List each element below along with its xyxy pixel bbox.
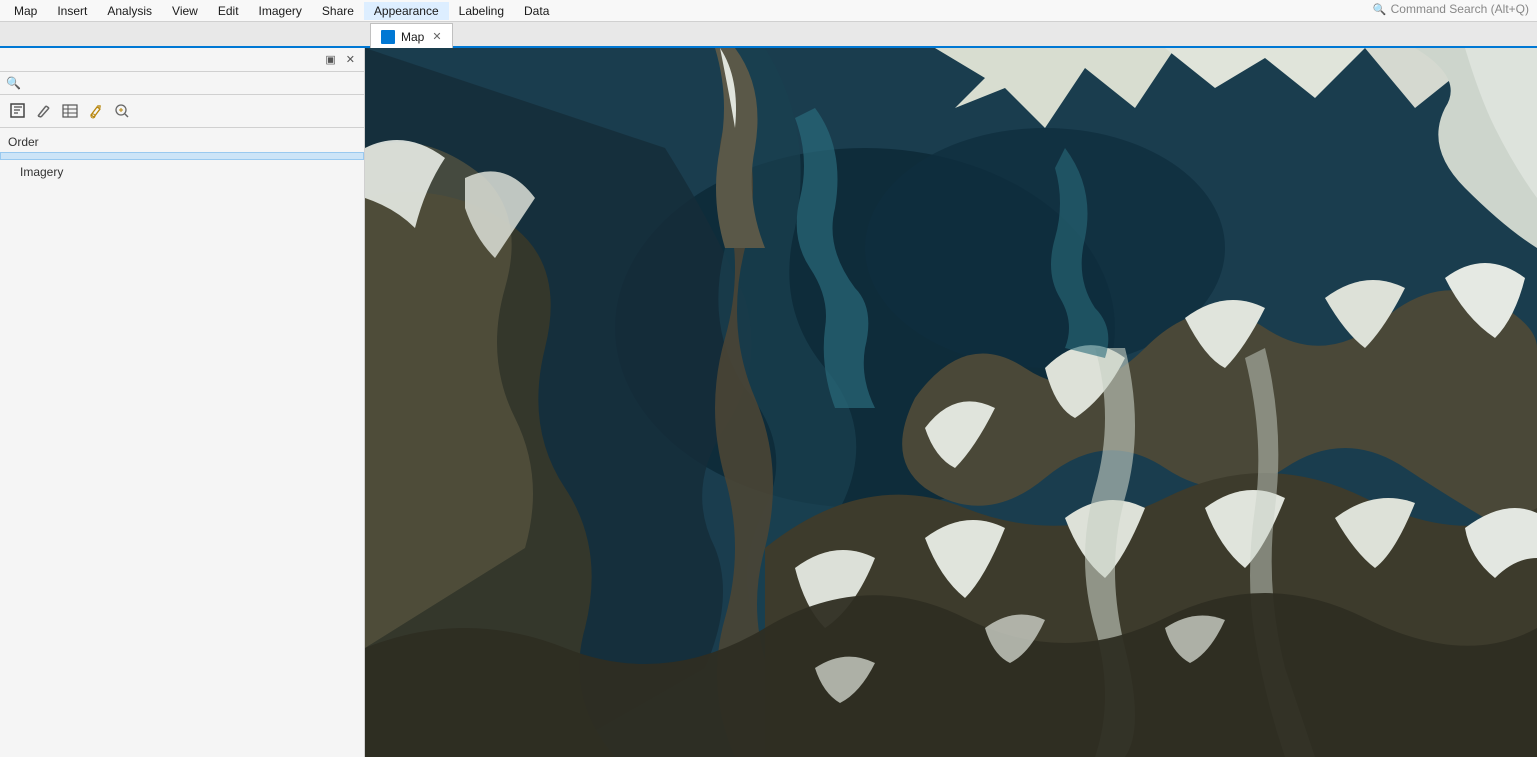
main-layout: ▣ ✕ 🔍: [0, 48, 1537, 757]
map-imagery: [365, 48, 1537, 757]
analyze-button[interactable]: [110, 99, 134, 123]
map-tab-icon: [381, 30, 395, 44]
table-icon: [62, 103, 78, 119]
menu-edit[interactable]: Edit: [208, 2, 249, 20]
tab-close-button[interactable]: ✕: [432, 30, 441, 43]
left-panel: ▣ ✕ 🔍: [0, 48, 365, 757]
menu-bar: Map Insert Analysis View Edit Imagery Sh…: [0, 0, 1537, 22]
map-canvas: [365, 48, 1537, 757]
menu-labeling[interactable]: Labeling: [449, 2, 514, 20]
search-icon: 🔍: [1373, 3, 1387, 16]
panel-close-button[interactable]: ✕: [343, 52, 358, 67]
menu-insert[interactable]: Insert: [47, 2, 97, 20]
command-search[interactable]: 🔍 Command Search (Alt+Q): [1373, 2, 1529, 16]
select-features-button[interactable]: [6, 99, 30, 123]
section-order-label: Order: [0, 132, 364, 152]
panel-header: ▣ ✕: [0, 48, 364, 72]
draw-icon: [36, 103, 52, 119]
analyze-icon: [114, 103, 130, 119]
selected-layer-row[interactable]: [0, 152, 364, 160]
menu-analysis[interactable]: Analysis: [97, 2, 162, 20]
panel-search-bar: 🔍: [0, 72, 364, 95]
map-area[interactable]: [365, 48, 1537, 757]
menu-map[interactable]: Map: [4, 2, 47, 20]
paint-icon: [88, 103, 104, 119]
panel-search-input[interactable]: [25, 76, 358, 90]
tab-map[interactable]: Map ✕: [370, 23, 453, 49]
panel-search-icon: 🔍: [6, 76, 21, 90]
menu-view[interactable]: View: [162, 2, 208, 20]
menu-data[interactable]: Data: [514, 2, 559, 20]
tab-bar: Map ✕: [0, 22, 1537, 48]
draw-button[interactable]: [32, 99, 56, 123]
paint-button[interactable]: [84, 99, 108, 123]
imagery-layer-item[interactable]: Imagery: [0, 162, 364, 182]
select-icon: [10, 103, 26, 119]
table-button[interactable]: [58, 99, 82, 123]
menu-imagery[interactable]: Imagery: [249, 2, 312, 20]
menu-appearance[interactable]: Appearance: [364, 2, 449, 20]
menu-share[interactable]: Share: [312, 2, 364, 20]
tab-map-label: Map: [401, 30, 424, 44]
panel-content: Order Imagery: [0, 128, 364, 757]
command-search-label: Command Search (Alt+Q): [1391, 2, 1529, 16]
panel-pin-button[interactable]: ▣: [322, 52, 338, 67]
panel-toolbar: [0, 95, 364, 128]
